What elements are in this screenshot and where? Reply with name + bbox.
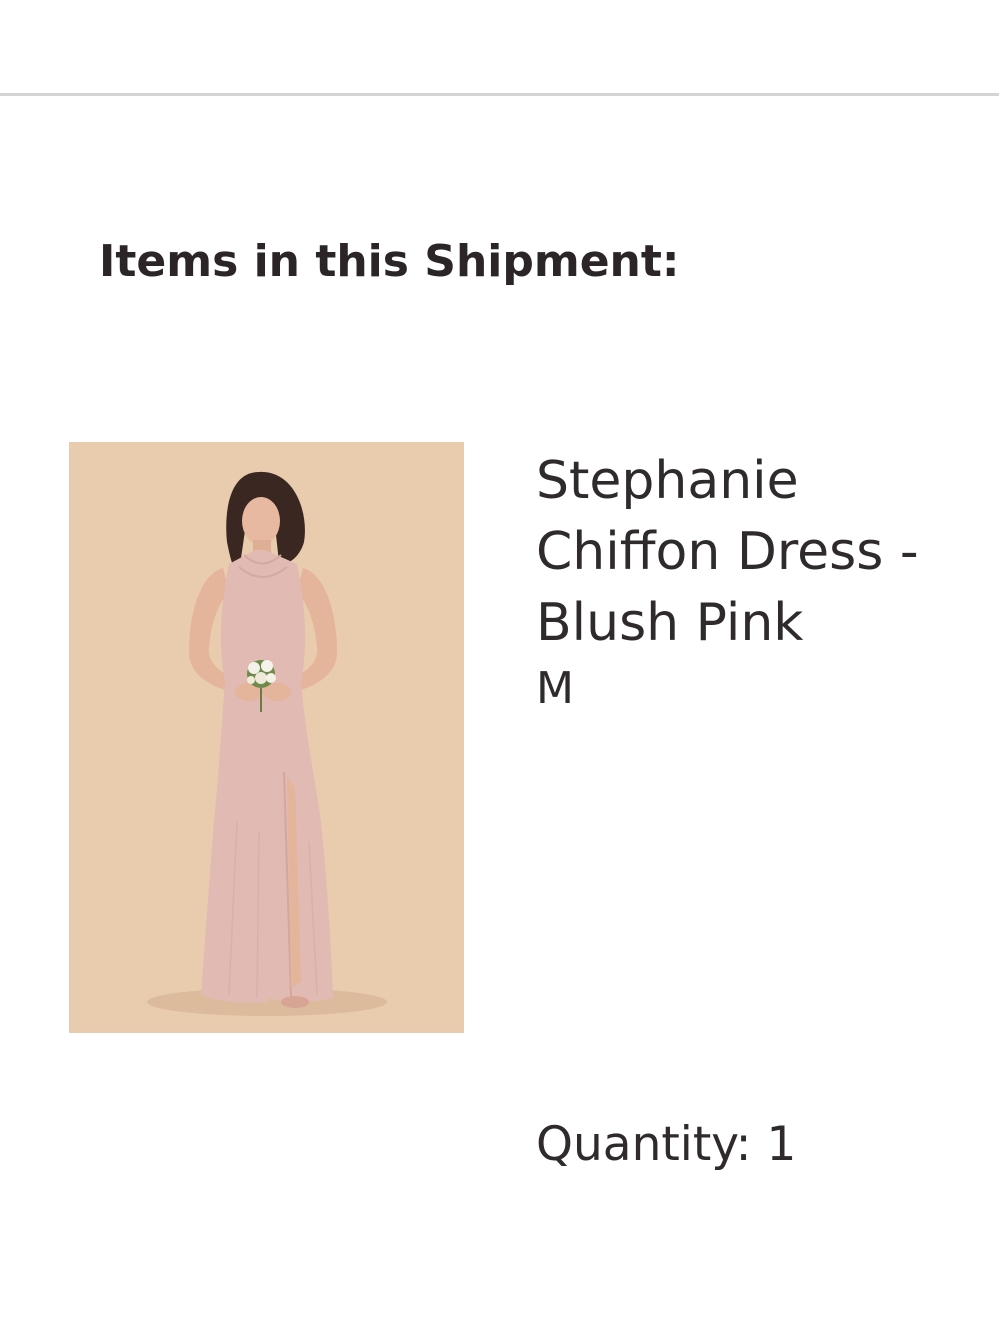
quantity-label: Quantity: [536, 1117, 752, 1172]
dress-model-image [69, 442, 464, 1033]
product-info: Stephanie Chiffon Dress - Blush Pink M [536, 446, 976, 719]
shipment-title: Items in this Shipment: [99, 236, 680, 287]
quantity-row: Quantity: 1 [536, 1112, 796, 1178]
product-size: M [536, 663, 574, 714]
quantity-value: 1 [766, 1117, 797, 1172]
product-name[interactable]: Stephanie Chiffon Dress - Blush Pink [536, 446, 976, 659]
product-image[interactable] [69, 442, 464, 1033]
top-divider [0, 93, 999, 96]
